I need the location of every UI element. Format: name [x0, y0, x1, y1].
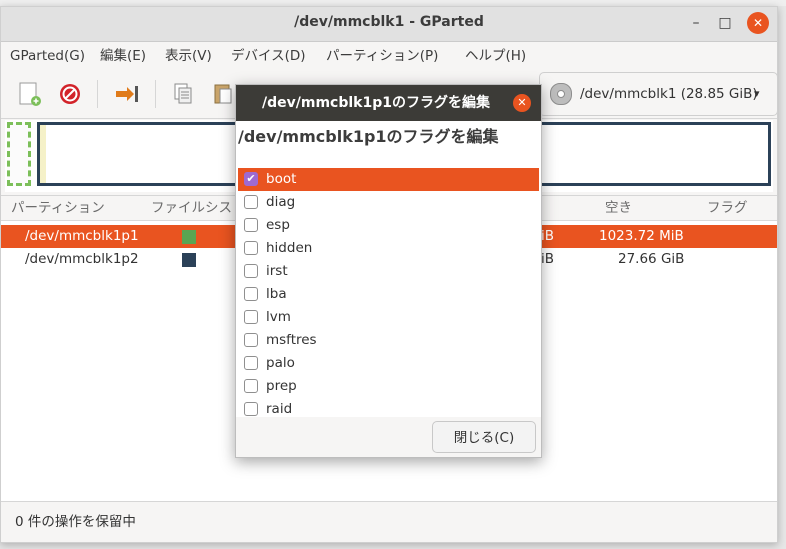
flag-label: hidden: [266, 240, 313, 256]
partition-name: /dev/mmcblk1p1: [25, 228, 139, 244]
flag-boot[interactable]: ✔ boot: [238, 168, 539, 191]
status-bar: 0 件の操作を保留中: [1, 501, 777, 542]
dialog-footer: 閉じる(C): [236, 417, 541, 457]
flag-irst[interactable]: irst: [238, 260, 539, 283]
free-value: 1023.72 MiB: [599, 228, 684, 244]
flag-label: lba: [266, 286, 287, 302]
checkbox-icon[interactable]: [244, 333, 258, 347]
dialog-title: /dev/mmcblk1p1のフラグを編集: [262, 95, 490, 111]
copy-icon[interactable]: [167, 78, 199, 110]
dialog-close-icon[interactable]: ✕: [513, 94, 531, 112]
filesystem-color-swatch: [182, 230, 196, 244]
disk-icon: [550, 83, 572, 105]
dialog-title-bar: /dev/mmcblk1p1のフラグを編集 ✕: [236, 85, 541, 121]
menu-bar: GParted(G) 編集(E) 表示(V) デバイス(D) パーティション(P…: [1, 42, 777, 70]
delete-partition-icon[interactable]: [54, 78, 86, 110]
device-selector[interactable]: /dev/mmcblk1 (28.85 GiB) ▾: [539, 72, 778, 116]
filesystem-color-swatch: [182, 253, 196, 267]
flag-hidden[interactable]: hidden: [238, 237, 539, 260]
menu-partition[interactable]: パーティション(P): [326, 42, 438, 70]
checkbox-icon[interactable]: [244, 218, 258, 232]
flag-label: msftres: [266, 332, 317, 348]
flag-label: boot: [266, 171, 297, 187]
close-button[interactable]: 閉じる(C): [432, 421, 536, 453]
toolbar-separator: [97, 80, 98, 108]
checkbox-icon[interactable]: [244, 310, 258, 324]
flag-lvm[interactable]: lvm: [238, 306, 539, 329]
flag-diag[interactable]: diag: [238, 191, 539, 214]
menu-device[interactable]: デバイス(D): [231, 42, 306, 70]
free-value: 27.66 GiB: [618, 251, 685, 267]
menu-help[interactable]: ヘルプ(H): [465, 42, 526, 70]
device-label: /dev/mmcblk1 (28.85 GiB): [580, 86, 758, 102]
used-value: iB: [541, 251, 555, 267]
new-partition-icon[interactable]: [13, 78, 45, 110]
dialog-heading: /dev/mmcblk1p1のフラグを編集: [238, 127, 499, 146]
checkbox-icon[interactable]: [244, 287, 258, 301]
flag-label: irst: [266, 263, 288, 279]
checkbox-icon[interactable]: [244, 356, 258, 370]
used-space-bar: [40, 125, 46, 183]
column-free[interactable]: 空き: [605, 196, 632, 220]
checkbox-icon[interactable]: [244, 241, 258, 255]
disk-map-partition-1[interactable]: [7, 122, 31, 186]
used-value: iB: [541, 228, 555, 244]
flag-prep[interactable]: prep: [238, 375, 539, 398]
resize-move-icon[interactable]: [111, 78, 143, 110]
flag-label: esp: [266, 217, 290, 233]
column-filesystem[interactable]: ファイルシス: [151, 196, 232, 220]
checkbox-icon[interactable]: [244, 379, 258, 393]
toolbar-separator: [155, 80, 156, 108]
column-flags[interactable]: フラグ: [707, 196, 748, 220]
edit-flags-dialog: /dev/mmcblk1p1のフラグを編集 ✕ /dev/mmcblk1p1のフ…: [235, 84, 542, 458]
partition-name: /dev/mmcblk1p2: [25, 251, 139, 267]
flag-esp[interactable]: esp: [238, 214, 539, 237]
flag-label: diag: [266, 194, 296, 210]
maximize-button[interactable]: □: [714, 12, 736, 34]
flag-label: lvm: [266, 309, 291, 325]
window-title: /dev/mmcblk1 - GParted: [294, 14, 484, 30]
checkbox-checked-icon[interactable]: ✔: [244, 172, 258, 186]
title-bar: /dev/mmcblk1 - GParted – □ ✕: [1, 7, 777, 42]
pending-operations-text: 0 件の操作を保留中: [15, 514, 136, 530]
column-partition[interactable]: パーティション: [11, 196, 105, 220]
chevron-down-icon: ▾: [754, 87, 760, 100]
flag-label: palo: [266, 355, 295, 371]
menu-view[interactable]: 表示(V): [165, 42, 212, 70]
flag-palo[interactable]: palo: [238, 352, 539, 375]
menu-gparted[interactable]: GParted(G): [10, 42, 85, 70]
menu-edit[interactable]: 編集(E): [100, 42, 146, 70]
checkbox-icon[interactable]: [244, 195, 258, 209]
close-window-button[interactable]: ✕: [747, 12, 769, 34]
flag-lba[interactable]: lba: [238, 283, 539, 306]
flag-label: prep: [266, 378, 297, 394]
checkbox-icon[interactable]: [244, 402, 258, 416]
minimize-button[interactable]: –: [685, 12, 707, 34]
flag-msftres[interactable]: msftres: [238, 329, 539, 352]
checkbox-icon[interactable]: [244, 264, 258, 278]
